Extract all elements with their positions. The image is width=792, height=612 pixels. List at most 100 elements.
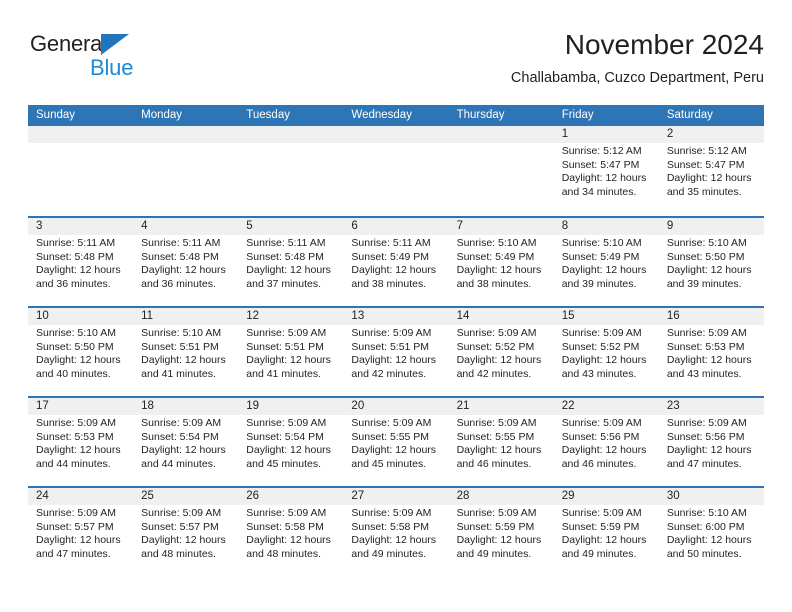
day-cell[interactable]: 17 Sunrise: 5:09 AM Sunset: 5:53 PM Dayligh… [28,398,133,486]
day-details: Sunrise: 5:09 AM Sunset: 5:54 PM Daylight:… [246,417,339,471]
daylight-text-line2: and 42 minutes. [351,367,427,380]
day-details: Sunrise: 5:09 AM Sunset: 5:57 PM Daylight:… [141,507,234,561]
weekday-header-tuesday: Tuesday [246,109,290,121]
sunrise-text: Sunrise: 5:11 AM [246,237,326,249]
day-number: 12 [246,310,260,322]
day-cell[interactable]: 10 Sunrise: 5:10 AM Sunset: 5:50 PM Dayligh… [28,308,133,396]
day-cell[interactable]: 29 Sunrise: 5:09 AM Sunset: 5:59 PM Dayligh… [554,488,659,576]
daylight-text-line2: and 45 minutes. [351,457,427,470]
day-details: Sunrise: 5:09 AM Sunset: 5:56 PM Daylight:… [562,417,655,471]
day-cell[interactable]: 28 Sunrise: 5:09 AM Sunset: 5:59 PM Dayligh… [449,488,554,576]
day-cell[interactable]: 19 Sunrise: 5:09 AM Sunset: 5:54 PM Dayligh… [238,398,343,486]
sunrise-text: Sunrise: 5:09 AM [36,507,116,519]
day-details: Sunrise: 5:11 AM Sunset: 5:48 PM Daylight:… [36,237,129,291]
sunrise-text: Sunrise: 5:11 AM [36,237,116,249]
day-cell[interactable]: 3 Sunrise: 5:11 AM Sunset: 5:48 PM Daylight… [28,218,133,306]
day-cell[interactable]: 21 Sunrise: 5:09 AM Sunset: 5:55 PM Dayligh… [449,398,554,486]
daylight-text-line1: Daylight: 12 hours [561,172,647,184]
day-cell[interactable]: 15 Sunrise: 5:09 AM Sunset: 5:52 PM Dayligh… [554,308,659,396]
daylight-text-line2: and 41 minutes. [141,367,216,380]
day-cell[interactable]: 4 Sunrise: 5:11 AM Sunset: 5:48 PM Daylight… [133,218,238,306]
daylight-text-line1: Daylight: 12 hours [246,444,331,456]
day-cell[interactable]: 9 Sunrise: 5:10 AM Sunset: 5:50 PM Daylight… [659,218,764,306]
sunset-text: Sunset: 5:53 PM [36,430,114,443]
day-cell[interactable]: 6 Sunrise: 5:11 AM Sunset: 5:49 PM Daylight… [343,218,448,306]
day-number: 10 [36,310,49,322]
sunset-text: Sunset: 5:59 PM [456,520,535,533]
sunrise-text: Sunrise: 5:09 AM [456,507,537,519]
day-cell[interactable]: 16 Sunrise: 5:09 AM Sunset: 5:53 PM Dayligh… [659,308,764,396]
daylight-text-line1: Daylight: 12 hours [141,264,226,276]
daylight-text-line2: and 39 minutes. [666,277,742,290]
day-cell[interactable]: 26 Sunrise: 5:09 AM Sunset: 5:58 PM Dayligh… [238,488,343,576]
sunset-text: Sunset: 5:58 PM [351,520,430,533]
day-cell-empty [133,126,238,214]
sunset-text: Sunset: 5:48 PM [36,250,114,263]
day-number: 3 [36,220,43,232]
logo-text-blue: Blue [90,55,134,80]
daylight-text-line2: and 39 minutes. [561,277,637,290]
day-details: Sunrise: 5:09 AM Sunset: 5:51 PM Daylight:… [246,327,339,381]
day-number: 25 [141,490,154,502]
day-cell[interactable]: 14 Sunrise: 5:09 AM Sunset: 5:52 PM Dayligh… [449,308,554,396]
day-cell[interactable]: 25 Sunrise: 5:09 AM Sunset: 5:57 PM Dayligh… [133,488,238,576]
daylight-text-line2: and 48 minutes. [141,547,216,560]
day-details: Sunrise: 5:11 AM Sunset: 5:48 PM Daylight:… [246,237,339,291]
sunset-text: Sunset: 5:50 PM [36,340,114,353]
daylight-text-line2: and 46 minutes. [456,457,532,470]
day-cell[interactable]: 1 Sunrise: 5:12 AM Sunset: 5:47 PM Daylight… [554,126,659,214]
day-cell[interactable]: 11 Sunrise: 5:10 AM Sunset: 5:51 PM Dayligh… [133,308,238,396]
daylight-text-line1: Daylight: 12 hours [351,354,437,366]
day-cell[interactable]: 30 Sunrise: 5:10 AM Sunset: 6:00 PM Dayligh… [659,488,764,576]
week-cells: 17 Sunrise: 5:09 AM Sunset: 5:53 PM Dayligh… [28,398,764,486]
day-cell[interactable]: 2 Sunrise: 5:12 AM Sunset: 5:47 PM Daylight… [659,126,764,214]
daylight-text-line1: Daylight: 12 hours [456,264,542,276]
day-cell[interactable]: 8 Sunrise: 5:10 AM Sunset: 5:49 PM Daylight… [554,218,659,306]
sunset-text: Sunset: 5:48 PM [141,250,219,263]
daylight-text-line1: Daylight: 12 hours [141,444,226,456]
daylight-text-line1: Daylight: 12 hours [456,444,542,456]
day-cell[interactable]: 5 Sunrise: 5:11 AM Sunset: 5:48 PM Daylight… [238,218,343,306]
sunset-text: Sunset: 5:55 PM [456,430,535,443]
sunset-text: Sunset: 5:49 PM [351,250,430,263]
general-blue-logo[interactable]: General Blue [30,32,210,88]
day-cell[interactable]: 20 Sunrise: 5:09 AM Sunset: 5:55 PM Dayligh… [343,398,448,486]
day-details: Sunrise: 5:09 AM Sunset: 5:52 PM Daylight:… [457,327,550,381]
day-cell[interactable]: 22 Sunrise: 5:09 AM Sunset: 5:56 PM Dayligh… [554,398,659,486]
day-number: 6 [351,220,358,232]
week-row: 17 Sunrise: 5:09 AM Sunset: 5:53 PM Dayligh… [28,396,764,486]
daylight-text-line2: and 44 minutes. [141,457,216,470]
daylight-text-line1: Daylight: 12 hours [561,354,647,366]
day-number: 8 [561,220,569,232]
sunset-text: Sunset: 5:48 PM [246,250,324,263]
sunrise-text: Sunrise: 5:10 AM [141,327,222,339]
daylight-text-line2: and 44 minutes. [36,457,111,470]
day-cell[interactable]: 7 Sunrise: 5:10 AM Sunset: 5:49 PM Daylight… [449,218,554,306]
daylight-text-line2: and 36 minutes. [36,277,111,290]
day-cell[interactable]: 12 Sunrise: 5:09 AM Sunset: 5:51 PM Dayligh… [238,308,343,396]
sunrise-text: Sunrise: 5:09 AM [141,507,222,519]
day-cell[interactable]: 27 Sunrise: 5:09 AM Sunset: 5:58 PM Dayligh… [343,488,448,576]
day-details: Sunrise: 5:09 AM Sunset: 5:58 PM Daylight:… [351,507,444,561]
daylight-text-line1: Daylight: 12 hours [351,444,437,456]
sunrise-text: Sunrise: 5:11 AM [141,237,221,249]
week-cells: 1 Sunrise: 5:12 AM Sunset: 5:47 PM Daylight… [28,126,764,214]
day-details: Sunrise: 5:09 AM Sunset: 5:56 PM Daylight:… [667,417,760,471]
day-cell[interactable]: 13 Sunrise: 5:09 AM Sunset: 5:51 PM Dayligh… [343,308,448,396]
weekday-header-sunday: Sunday [36,109,76,121]
day-cell[interactable]: 23 Sunrise: 5:09 AM Sunset: 5:56 PM Dayligh… [659,398,764,486]
day-details: Sunrise: 5:09 AM Sunset: 5:54 PM Daylight:… [141,417,234,471]
sunrise-text: Sunrise: 5:10 AM [666,237,747,249]
page-header: General Blue November 2024 Challabamba, … [28,28,764,96]
triangle-icon [101,34,129,55]
daylight-text-line1: Daylight: 12 hours [561,534,647,546]
sunrise-text: Sunrise: 5:10 AM [36,327,116,339]
day-number: 4 [141,220,148,232]
daylight-text-line1: Daylight: 12 hours [666,534,752,546]
daylight-text-line2: and 47 minutes. [666,457,742,470]
sunrise-text: Sunrise: 5:10 AM [456,237,537,249]
day-cell[interactable]: 18 Sunrise: 5:09 AM Sunset: 5:54 PM Dayligh… [133,398,238,486]
day-number: 27 [351,490,365,502]
daylight-text-line1: Daylight: 12 hours [351,534,437,546]
day-cell[interactable]: 24 Sunrise: 5:09 AM Sunset: 5:57 PM Dayligh… [28,488,133,576]
